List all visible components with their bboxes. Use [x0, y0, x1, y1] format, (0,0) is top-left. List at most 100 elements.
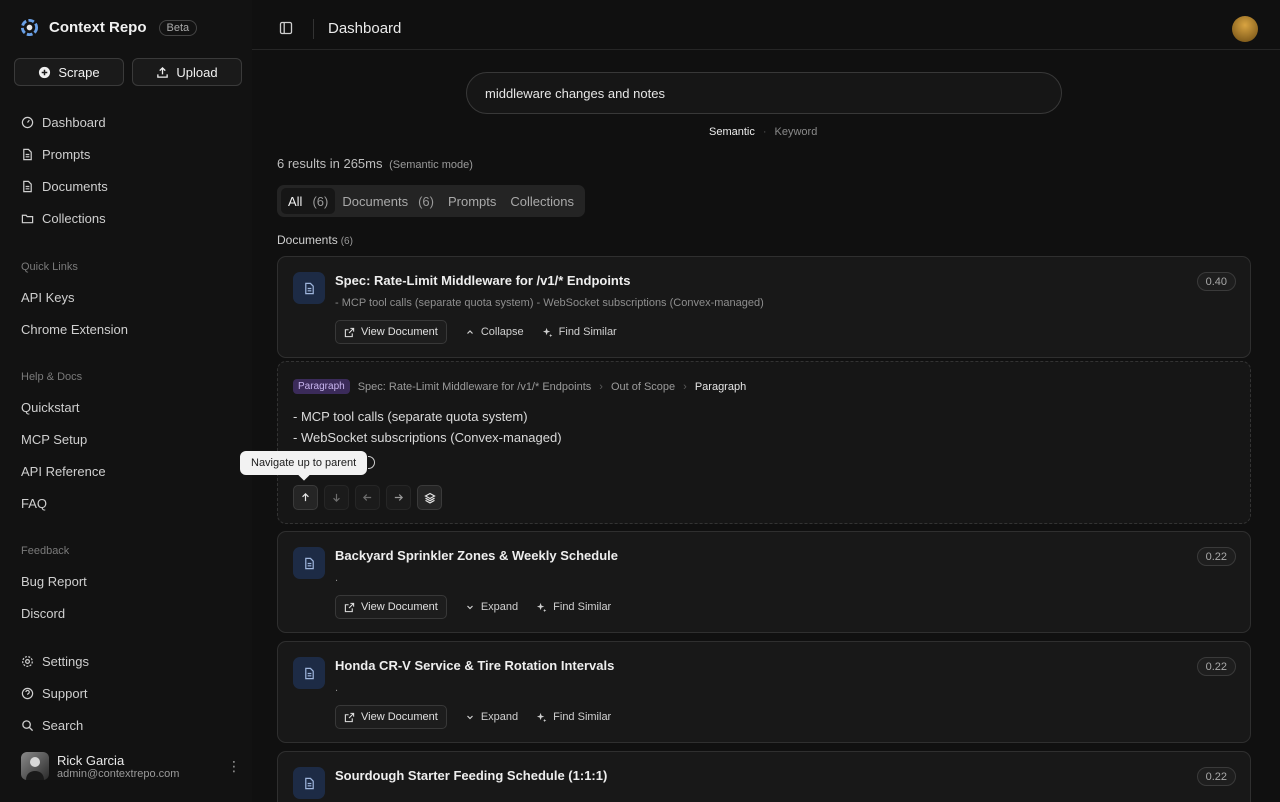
avatar [21, 752, 49, 780]
external-link-icon [344, 712, 355, 723]
more-vertical-icon[interactable]: ⋮ [227, 758, 241, 775]
sidebar-item-api-keys[interactable]: API Keys [21, 281, 128, 313]
view-document-button[interactable]: View Document [335, 595, 447, 619]
find-similar-label: Find Similar [553, 601, 612, 613]
sidebar-item-support[interactable]: Support [21, 677, 89, 709]
bottom-nav: Settings Support Search [21, 645, 89, 741]
search-input[interactable]: middleware changes and notes [466, 72, 1062, 114]
main-nav: Dashboard Prompts Documents Collections [21, 106, 108, 234]
sidebar-item-label: Documents [42, 178, 108, 194]
search-icon [21, 719, 34, 732]
breadcrumb-item[interactable]: Out of Scope [611, 381, 675, 393]
tab-label: Collections [510, 193, 574, 209]
navigate-down-button[interactable] [324, 485, 349, 510]
tab-prompts[interactable]: Prompts [441, 188, 503, 214]
sidebar-item-search[interactable]: Search [21, 709, 89, 741]
arrow-right-icon [393, 492, 404, 503]
sidebar-item-discord[interactable]: Discord [21, 597, 87, 629]
header-avatar[interactable] [1232, 16, 1258, 42]
sidebar-item-dashboard[interactable]: Dashboard [21, 106, 108, 138]
paragraph-line: - WebSocket subscriptions (Convex-manage… [293, 430, 562, 445]
section-count: (6) [340, 236, 353, 247]
tab-documents[interactable]: Documents (6) [335, 188, 441, 214]
result-mode-note: (Semantic mode) [389, 159, 473, 171]
user-name: Rick Garcia [57, 752, 125, 768]
upload-label: Upload [176, 64, 218, 80]
navigate-previous-button[interactable] [355, 485, 380, 510]
sidebar-item-bug-report[interactable]: Bug Report [21, 565, 87, 597]
sidebar-item-documents[interactable]: Documents [21, 170, 108, 202]
quick-links: Quick Links API Keys Chrome Extension [21, 253, 128, 345]
card-actions: View Document Expand Find Similar [335, 705, 611, 729]
find-similar-button[interactable]: Find Similar [536, 711, 611, 723]
sidebar-toggle-icon[interactable] [279, 21, 293, 35]
card-title[interactable]: Honda CR-V Service & Tire Rotation Inter… [335, 658, 614, 673]
sidebar-item-collections[interactable]: Collections [21, 202, 108, 234]
chevron-down-icon [465, 712, 475, 722]
breadcrumb-item[interactable]: Spec: Rate-Limit Middleware for /v1/* En… [358, 381, 592, 393]
card-title[interactable]: Sourdough Starter Feeding Schedule (1:1:… [335, 768, 607, 783]
find-similar-button[interactable]: Find Similar [536, 601, 611, 613]
beta-badge: Beta [158, 19, 198, 36]
result-card[interactable]: Backyard Sprinkler Zones & Weekly Schedu… [277, 531, 1251, 633]
sidebar-item-prompts[interactable]: Prompts [21, 138, 108, 170]
upload-button[interactable]: Upload [132, 58, 242, 86]
view-document-button[interactable]: View Document [335, 320, 447, 344]
tab-collections[interactable]: Collections [503, 188, 581, 214]
sidebar-item-quickstart[interactable]: Quickstart [21, 391, 106, 423]
gear-icon [21, 655, 34, 668]
sidebar-item-api-reference[interactable]: API Reference [21, 455, 106, 487]
tab-label: Documents [342, 193, 409, 209]
result-summary: 6 results in 265ms (Semantic mode) [277, 156, 473, 171]
help-circle-icon [21, 687, 34, 700]
sidebar-item-faq[interactable]: FAQ [21, 487, 106, 519]
external-link-icon [344, 602, 355, 613]
card-snippet: . [335, 682, 339, 694]
layers-button[interactable] [417, 485, 442, 510]
tab-all[interactable]: All (6) [281, 188, 336, 214]
mode-keyword[interactable]: Keyword [775, 126, 818, 138]
brand[interactable]: Context Repo Beta [20, 18, 198, 37]
expand-button[interactable]: Expand [465, 601, 518, 613]
sidebar-item-settings[interactable]: Settings [21, 645, 89, 677]
sidebar-item-mcp-setup[interactable]: MCP Setup [21, 423, 106, 455]
file-icon [21, 148, 34, 161]
scrape-button[interactable]: Scrape [14, 58, 124, 86]
card-title[interactable]: Backyard Sprinkler Zones & Weekly Schedu… [335, 548, 618, 563]
sidebar-item-label: Prompts [42, 146, 91, 162]
folder-icon [21, 212, 34, 225]
sidebar-item-label: Dashboard [42, 114, 106, 130]
result-card[interactable]: Spec: Rate-Limit Middleware for /v1/* En… [277, 256, 1251, 358]
card-title[interactable]: Spec: Rate-Limit Middleware for /v1/* En… [335, 273, 630, 288]
find-similar-button[interactable]: Find Similar [542, 326, 617, 338]
external-link-icon [344, 327, 355, 338]
document-icon [293, 657, 325, 689]
result-card[interactable]: Honda CR-V Service & Tire Rotation Inter… [277, 641, 1251, 743]
paragraph-nav [293, 485, 442, 510]
arrow-down-icon [331, 492, 342, 503]
result-card[interactable]: Sourdough Starter Feeding Schedule (1:1:… [277, 751, 1251, 802]
relevance-score: 0.22 [1196, 657, 1236, 676]
arrow-left-icon [362, 492, 373, 503]
breadcrumb: Paragraph Spec: Rate-Limit Middleware fo… [293, 379, 746, 394]
mode-semantic[interactable]: Semantic [709, 126, 755, 138]
user-profile[interactable]: Rick Garcia admin@contextrepo.com ⋮ [21, 752, 241, 780]
expand-button[interactable]: Expand [465, 711, 518, 723]
collapse-button[interactable]: Collapse [465, 326, 524, 338]
feedback-links: Feedback Bug Report Discord [21, 537, 87, 629]
sidebar-item-label: Search [42, 717, 84, 733]
search-query: middleware changes and notes [485, 85, 665, 101]
paragraph-line: - MCP tool calls (separate quota system) [293, 409, 528, 424]
paragraph-badge: Paragraph [293, 379, 350, 394]
navigate-next-button[interactable] [386, 485, 411, 510]
sidebar-item-chrome-extension[interactable]: Chrome Extension [21, 313, 128, 345]
view-document-button[interactable]: View Document [335, 705, 447, 729]
help-title: Help & Docs [21, 371, 83, 383]
tooltip: Navigate up to parent [240, 451, 368, 475]
mode-separator: · [762, 126, 767, 138]
navigate-up-button[interactable] [293, 485, 318, 510]
expand-label: Expand [480, 711, 519, 723]
help-links: Help & Docs Quickstart MCP Setup API Ref… [21, 363, 106, 519]
result-count-text: 6 results in 265ms [277, 156, 383, 171]
user-info: Rick Garcia admin@contextrepo.com [57, 753, 179, 780]
